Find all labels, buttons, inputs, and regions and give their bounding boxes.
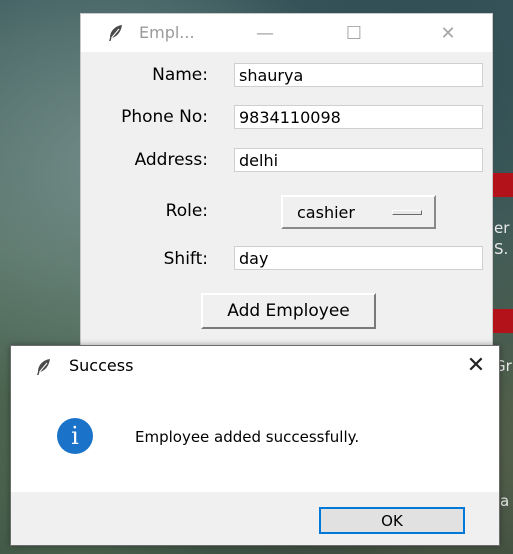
minimize-button[interactable]: — xyxy=(242,14,288,52)
address-input[interactable] xyxy=(234,148,483,172)
option-menu-indicator-icon xyxy=(392,210,422,215)
employee-window: Empl... — ☐ ✕ Name: Phone No: Address: R… xyxy=(80,13,493,350)
feather-icon xyxy=(109,25,122,41)
background-text: S. xyxy=(494,240,509,258)
dialog-title: Success xyxy=(69,356,134,375)
role-selected-value: cashier xyxy=(297,202,355,222)
role-option-menu[interactable]: cashier xyxy=(281,195,436,229)
name-input[interactable] xyxy=(234,63,483,87)
info-icon: i xyxy=(57,418,93,454)
maximize-icon: ☐ xyxy=(345,22,363,44)
name-label: Name: xyxy=(152,65,208,85)
address-label: Address: xyxy=(134,150,208,170)
shift-label: Shift: xyxy=(163,249,208,269)
background-text: er xyxy=(494,219,510,237)
employee-window-titlebar[interactable]: Empl... — ☐ ✕ xyxy=(81,14,492,52)
dialog-footer: OK xyxy=(11,492,499,545)
window-title: Empl... xyxy=(139,23,195,42)
minimize-icon: — xyxy=(256,22,274,44)
info-icon-glyph: i xyxy=(71,422,79,450)
background-red-block xyxy=(493,173,513,197)
background-red-block xyxy=(493,309,513,333)
close-button[interactable]: ✕ xyxy=(425,14,471,52)
dialog-close-button[interactable]: ✕ xyxy=(453,346,499,384)
shift-input[interactable] xyxy=(234,246,483,270)
phone-input[interactable] xyxy=(234,105,483,129)
ok-button[interactable]: OK xyxy=(319,507,465,534)
close-icon: ✕ xyxy=(440,22,456,44)
close-icon: ✕ xyxy=(466,352,486,378)
feather-icon xyxy=(37,359,50,375)
add-employee-button[interactable]: Add Employee xyxy=(201,293,376,329)
success-dialog: Success ✕ i Employee added successfully.… xyxy=(10,345,500,546)
role-label: Role: xyxy=(165,201,208,221)
dialog-message: Employee added successfully. xyxy=(135,428,360,446)
background-text: a xyxy=(500,492,510,510)
phone-label: Phone No: xyxy=(121,107,208,127)
maximize-button[interactable]: ☐ xyxy=(331,14,377,52)
